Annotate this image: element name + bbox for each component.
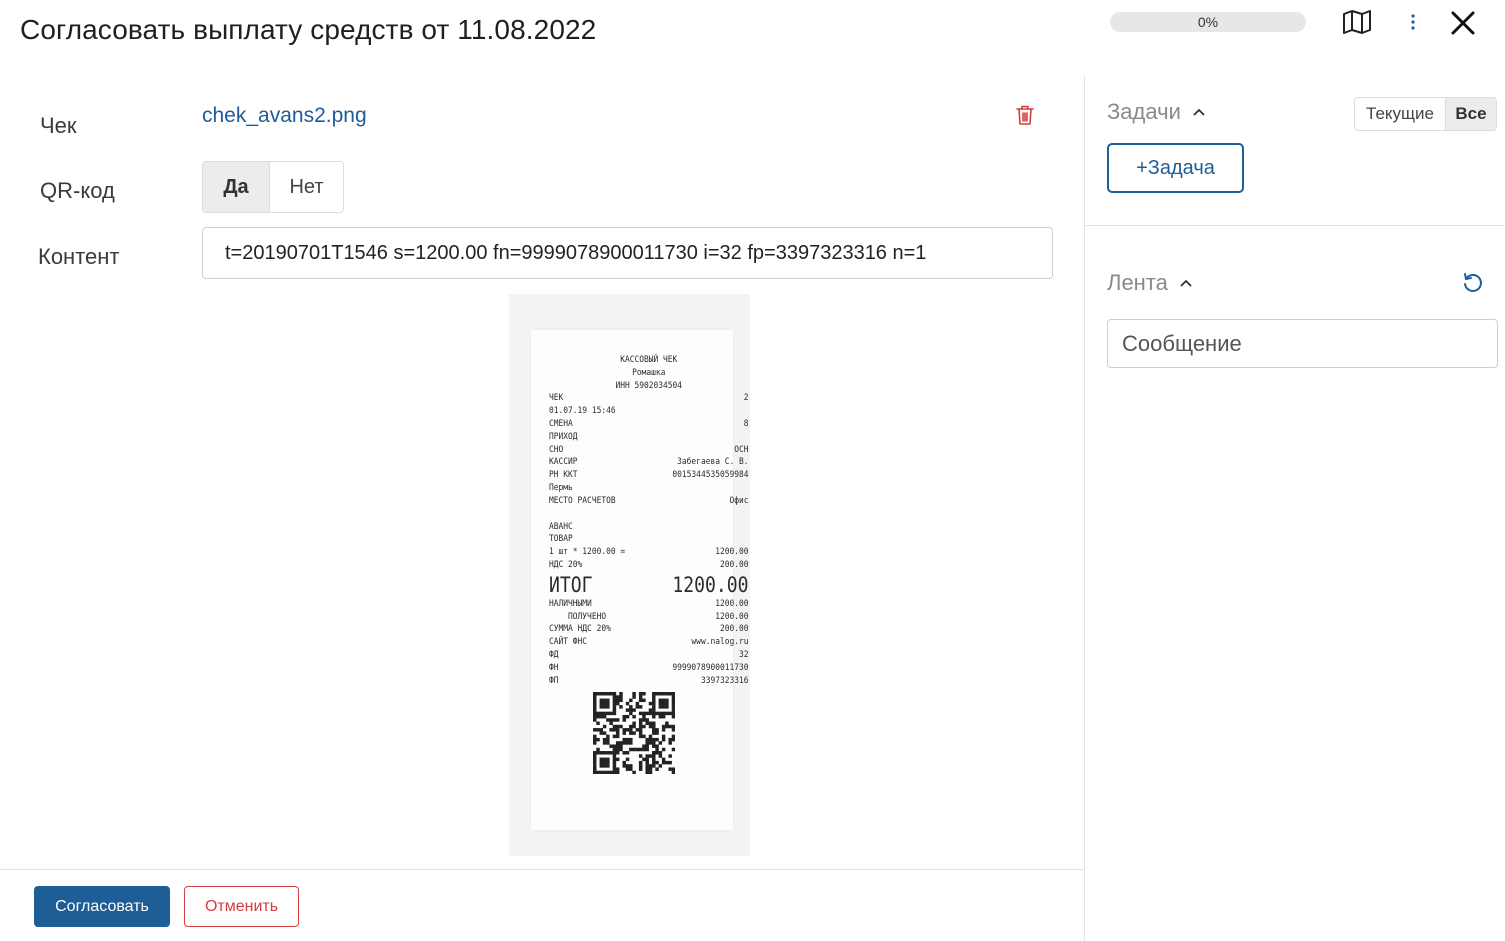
receipt-row-value: 8 (743, 417, 749, 429)
receipt-row-value: www.nalog.ru (691, 636, 749, 648)
receipt-row-value: 1200.00 (715, 610, 749, 622)
receipt-header-line: ИНН 5902034504 (615, 379, 683, 391)
receipt-row-label: 1 шт * 1200.00 = (549, 546, 626, 558)
receipt-row: МЕСТО РАСЧЕТОВ Офис (549, 495, 749, 508)
receipt-row-label: РН ККТ (549, 469, 578, 481)
file-link[interactable]: chek_avans2.png (202, 104, 367, 128)
receipt-row: ТОВАР (549, 533, 749, 546)
receipt-row-label: НДС 20% (549, 558, 583, 570)
add-task-button[interactable]: +Задача (1107, 143, 1244, 193)
tasks-filter: Текущие Все (1354, 97, 1497, 131)
close-icon[interactable] (1446, 6, 1480, 40)
receipt-image: КАССОВЫЙ ЧЕК Ромашка ИНН 5902034504 ЧЕК 2 01… (509, 294, 750, 856)
receipt-row-label: АВАНС (549, 520, 573, 532)
receipt-row: НДС 20% 200.00 (549, 559, 749, 572)
receipt-row: ФП 3397323316 (549, 675, 749, 688)
content-field[interactable]: t=20190701T1546 s=1200.00 fn=99990789000… (202, 227, 1053, 279)
receipt-row: АВАНС (549, 521, 749, 534)
receipt-paper: КАССОВЫЙ ЧЕК Ромашка ИНН 5902034504 ЧЕК 2 01… (531, 330, 749, 830)
receipt-row: РН ККТ 0015344535059984 (549, 469, 749, 482)
trash-icon[interactable] (1015, 104, 1037, 128)
receipt-total-row: ИТОГ 1200.00 (549, 572, 749, 598)
tasks-section-header[interactable]: Задачи (1107, 99, 1205, 125)
footer-divider (0, 869, 1084, 870)
check-label: Чек (40, 113, 77, 138)
receipt-row: СМЕНА 8 (549, 418, 749, 431)
receipt-row-value: 32 (738, 648, 749, 660)
feed-section-header[interactable]: Лента (1107, 270, 1192, 296)
receipt-row: ФД 32 (549, 649, 749, 662)
filter-current[interactable]: Текущие (1355, 98, 1446, 130)
receipt-row-value: 1200.00 (715, 546, 749, 558)
more-vertical-icon[interactable] (1402, 10, 1424, 34)
progress-indicator: 0% (1110, 12, 1306, 32)
receipt-row: 01.07.19 15:46 (549, 405, 749, 418)
receipt-total-value: 1200.00 (672, 572, 749, 597)
receipt-row-label: ФД (549, 648, 559, 660)
receipt-row-value: 200.00 (719, 623, 749, 635)
receipt-row-label: СМЕНА (549, 417, 573, 429)
receipt-row: НАЛИЧНЫМИ 1200.00 (549, 598, 749, 611)
receipt-row: Пермь (549, 482, 749, 495)
receipt-row-value: 1200.00 (715, 597, 749, 609)
receipt-row-label: СНО (549, 443, 564, 455)
filter-all[interactable]: Все (1446, 98, 1496, 130)
qr-toggle: Да Нет (202, 161, 344, 213)
tasks-title: Задачи (1107, 99, 1181, 124)
content-label: Контент (38, 244, 120, 269)
receipt-row-value: ОСН (734, 443, 749, 455)
receipt-row-value: Забегаева С. В. (677, 456, 749, 468)
receipt-row-value: 2 (743, 392, 749, 404)
receipt-row-label: МЕСТО РАСЧЕТОВ (549, 494, 616, 506)
receipt-row-value: 200.00 (719, 558, 749, 570)
message-input[interactable] (1107, 319, 1498, 368)
refresh-icon[interactable] (1461, 271, 1485, 295)
receipt-row: ПОЛУЧЕНО 1200.00 (549, 610, 749, 624)
receipt-row: ФН 9999078900011730 (549, 662, 749, 675)
receipt-row-label: САЙТ ФНС (549, 636, 588, 648)
receipt-row: КАССИР Забегаева С. В. (549, 456, 749, 469)
receipt-row-label: ТОВАР (549, 533, 573, 545)
receipt-row-value: 3397323316 (700, 674, 749, 686)
receipt-row-value: 9999078900011730 (672, 661, 749, 673)
qr-no-option[interactable]: Нет (270, 162, 343, 212)
receipt-header-line: КАССОВЫЙ ЧЕК (620, 354, 678, 365)
receipt-row-label: ФН (549, 661, 559, 673)
receipt-row: ПРИХОД (549, 431, 749, 444)
qr-yes-option[interactable]: Да (203, 162, 270, 212)
receipt-row-label: НАЛИЧНЫМИ (549, 597, 592, 609)
chevron-up-icon (1180, 279, 1192, 287)
sidebar-divider (1085, 225, 1505, 226)
receipt-row: САЙТ ФНС www.nalog.ru (549, 636, 749, 649)
cancel-button[interactable]: Отменить (184, 886, 299, 927)
feed-title: Лента (1107, 270, 1168, 295)
approve-button[interactable]: Согласовать (34, 886, 170, 927)
qr-code-icon (593, 692, 675, 774)
receipt-row-label: КАССИР (549, 456, 578, 468)
panel-divider (1084, 76, 1085, 941)
receipt-row-label: ПРИХОД (549, 430, 578, 442)
chevron-up-icon (1193, 108, 1205, 116)
receipt-row: 1 шт * 1200.00 = 1200.00 (549, 546, 749, 559)
receipt-row-label: 01.07.19 15:46 (549, 405, 616, 417)
receipt-row-label: ФП (549, 674, 559, 686)
receipt-row-label: СУММА НДС 20% (549, 623, 611, 635)
receipt-row-value: 0015344535059984 (672, 469, 749, 481)
receipt-row: СНО ОСН (549, 444, 749, 457)
page-title: Согласовать выплату средств от 11.08.202… (20, 14, 597, 45)
receipt-header-line: Ромашка (632, 366, 666, 378)
receipt-row: СУММА НДС 20% 200.00 (549, 623, 749, 636)
receipt-row: ЧЕК 2 (549, 392, 749, 405)
receipt-total-label: ИТОГ (549, 572, 593, 597)
map-icon[interactable] (1340, 8, 1374, 36)
receipt-row-value: Офис (729, 494, 749, 506)
qr-label: QR-код (40, 178, 115, 203)
receipt-row-label: ПОЛУЧЕНО (549, 610, 607, 622)
receipt-row-label: ЧЕК (549, 392, 564, 404)
receipt-row-label: Пермь (549, 481, 573, 493)
